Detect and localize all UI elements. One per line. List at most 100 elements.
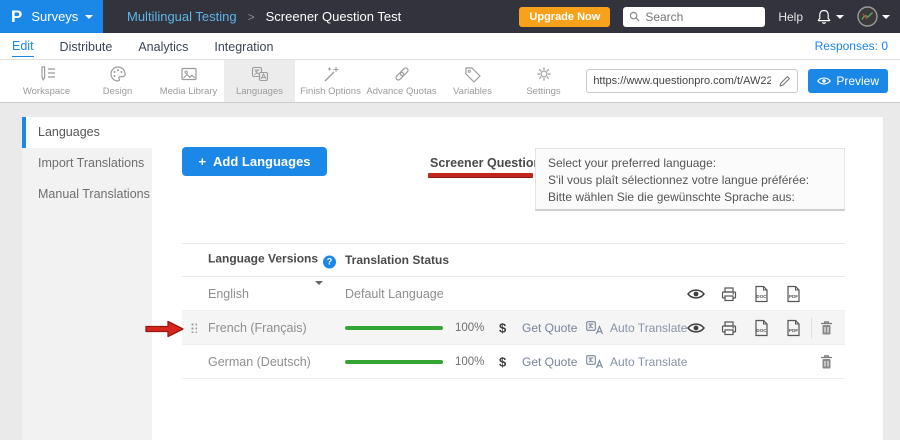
nav-tab-analytics[interactable]: Analytics xyxy=(138,36,188,57)
eye-icon xyxy=(687,288,705,300)
default-language-label: Default Language xyxy=(345,287,444,301)
tab-advance-quotas[interactable]: Advance Quotas xyxy=(366,60,437,102)
chevron-down-icon xyxy=(836,15,844,19)
pdf-file-icon: PDF xyxy=(786,285,801,302)
table-header: Language Versions? Translation Status xyxy=(182,243,845,277)
breadcrumb-parent[interactable]: Multilingual Testing xyxy=(127,9,237,24)
auto-translate-link[interactable]: Auto Translate xyxy=(610,355,687,369)
responses-count[interactable]: Responses: 0 xyxy=(815,39,888,53)
export-doc-button[interactable]: DOC xyxy=(754,319,769,336)
get-quote-link[interactable]: Get Quote xyxy=(522,355,577,369)
avatar xyxy=(857,6,878,27)
eye-icon xyxy=(817,76,831,86)
languages-sidebar: Languages Import Translations Manual Tra… xyxy=(22,117,152,440)
breadcrumb-current: Screener Question Test xyxy=(266,9,402,24)
eye-icon xyxy=(687,322,705,334)
preview-language-button[interactable] xyxy=(687,288,705,300)
content-card: Languages Import Translations Manual Tra… xyxy=(22,117,883,440)
chain-link-icon xyxy=(392,65,412,83)
screener-question-label: Screener Question : xyxy=(430,156,549,170)
delete-language-button[interactable] xyxy=(820,354,833,369)
top-bar: P Surveys Multilingual Testing > Screene… xyxy=(0,0,900,33)
survey-url-input[interactable] xyxy=(587,75,777,87)
sidebar-item-languages[interactable]: Languages xyxy=(22,117,152,148)
default-language-dropdown[interactable] xyxy=(315,285,323,303)
chevron-down-icon xyxy=(85,15,93,19)
nav-tab-distribute[interactable]: Distribute xyxy=(60,36,113,57)
print-button[interactable] xyxy=(721,320,737,335)
tab-settings[interactable]: Settings xyxy=(508,60,579,102)
tab-variables[interactable]: Variables xyxy=(437,60,508,102)
plus-icon: + xyxy=(198,154,206,169)
breadcrumb: Multilingual Testing > Screener Question… xyxy=(127,9,401,24)
dollar-icon[interactable]: $ xyxy=(499,354,506,369)
auto-translate-link[interactable]: Auto Translate xyxy=(610,321,687,335)
magic-wand-icon xyxy=(321,65,341,83)
image-icon xyxy=(179,65,199,83)
tab-design[interactable]: Design xyxy=(82,60,153,102)
edit-toolbar: Workspace Design Media Library Languages xyxy=(0,60,900,103)
product-menu[interactable]: P Surveys xyxy=(0,0,103,33)
dollar-icon[interactable]: $ xyxy=(499,320,506,335)
translation-progress-bar xyxy=(345,326,443,330)
sidebar-item-manual-translations[interactable]: Manual Translations xyxy=(22,179,152,210)
tab-workspace[interactable]: Workspace xyxy=(11,60,82,102)
pencil-icon xyxy=(779,75,791,87)
sidebar-item-import-translations[interactable]: Import Translations xyxy=(22,148,152,179)
language-versions-table: Language Versions? Translation Status En… xyxy=(182,243,845,379)
nav-tab-edit[interactable]: Edit xyxy=(12,35,34,57)
screener-question-preview: Select your preferred language: S'il vou… xyxy=(535,148,845,211)
red-underline-annotation xyxy=(428,173,533,178)
table-row-german: German (Deutsch) 100% $ Get Quote Auto T… xyxy=(182,345,845,379)
get-quote-link[interactable]: Get Quote xyxy=(522,321,577,335)
doc-file-icon: DOC xyxy=(754,285,769,302)
add-languages-button[interactable]: + Add Languages xyxy=(182,147,327,176)
tab-finish-options[interactable]: Finish Options xyxy=(295,60,366,102)
palette-icon xyxy=(108,65,128,83)
search-input[interactable] xyxy=(645,10,755,24)
edit-url-button[interactable] xyxy=(777,75,797,87)
auto-translate-icon[interactable] xyxy=(586,321,604,335)
preview-button[interactable]: Preview xyxy=(808,69,888,93)
survey-nav: Edit Distribute Analytics Integration Re… xyxy=(0,33,900,60)
account-menu[interactable] xyxy=(857,6,890,27)
export-doc-button[interactable]: DOC xyxy=(754,285,769,302)
notifications-menu[interactable] xyxy=(816,8,844,25)
tab-languages[interactable]: Languages xyxy=(224,60,295,102)
export-pdf-button[interactable]: PDF xyxy=(786,285,801,302)
screener-line-german: Bitte wählen Sie die gewünschte Sprache … xyxy=(548,189,832,206)
translation-progress-bar xyxy=(345,360,443,364)
help-link[interactable]: Help xyxy=(778,10,803,24)
chevron-down-icon xyxy=(882,15,890,19)
product-menu-label: Surveys xyxy=(31,9,78,24)
search-icon xyxy=(629,11,640,22)
tab-media-library[interactable]: Media Library xyxy=(153,60,224,102)
trash-icon xyxy=(820,354,833,369)
survey-url-field[interactable] xyxy=(586,69,798,93)
gear-icon xyxy=(534,65,554,83)
print-button[interactable] xyxy=(721,286,737,301)
languages-panel: + Add Languages Screener Question : Sele… xyxy=(152,117,883,440)
svg-text:DOC: DOC xyxy=(756,294,767,299)
pdf-file-icon: PDF xyxy=(786,319,801,336)
translation-percent: 100% xyxy=(455,356,484,368)
screener-line-french: S'il vous plaît sélectionnez votre langu… xyxy=(548,172,832,189)
delete-language-button[interactable] xyxy=(820,320,833,335)
search-box[interactable] xyxy=(623,7,765,27)
table-row-english: English Default Language xyxy=(182,277,845,311)
svg-text:PDF: PDF xyxy=(789,294,798,299)
red-arrow-annotation xyxy=(145,320,185,338)
export-pdf-button[interactable]: PDF xyxy=(786,319,801,336)
upgrade-now-button[interactable]: Upgrade Now xyxy=(519,7,610,27)
auto-translate-icon[interactable] xyxy=(586,355,604,369)
workspace-icon xyxy=(37,65,57,83)
preview-language-button[interactable] xyxy=(687,322,705,334)
help-badge-icon[interactable]: ? xyxy=(323,256,336,269)
svg-text:PDF: PDF xyxy=(789,328,798,333)
header-language-versions: Language Versions xyxy=(208,252,318,266)
nav-tab-integration[interactable]: Integration xyxy=(214,36,273,57)
language-name: German (Deutsch) xyxy=(208,355,311,369)
trash-icon xyxy=(820,320,833,335)
drag-handle-icon[interactable] xyxy=(190,322,197,333)
tag-icon xyxy=(463,65,483,83)
